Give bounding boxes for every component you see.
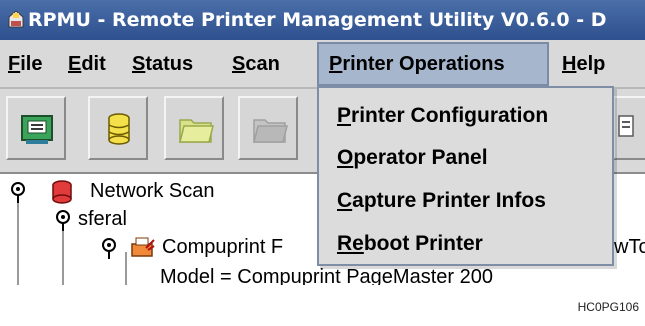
menu-file[interactable]: File xyxy=(8,42,42,86)
document-button[interactable] xyxy=(613,96,645,160)
menu-scan[interactable]: Scan xyxy=(232,42,280,86)
menu-bar: File Edit Status Scan Printer Operations… xyxy=(0,42,645,89)
tree-node-model[interactable]: Model = Compuprint PageMaster 200 xyxy=(160,264,493,285)
menu-item-capture-printer-infos[interactable]: Capture Printer Infos xyxy=(337,183,546,219)
expand-toggle-icon[interactable] xyxy=(100,238,118,260)
disabled-folder-button[interactable] xyxy=(238,96,298,160)
menu-status[interactable]: Status xyxy=(132,42,193,86)
tree-connector xyxy=(125,252,127,285)
app-printer-icon xyxy=(8,10,24,28)
application-window: RPMU - Remote Printer Management Utility… xyxy=(0,0,645,285)
tree-node-sferal[interactable]: sferal xyxy=(78,206,127,232)
document-icon xyxy=(618,115,634,137)
menu-printer-operations[interactable]: Printer Operations xyxy=(317,42,549,86)
expand-toggle-icon[interactable] xyxy=(9,182,27,204)
open-folder-button[interactable] xyxy=(164,96,224,160)
tree-connector xyxy=(62,224,64,285)
network-printer-icon xyxy=(21,115,53,144)
database-icon xyxy=(108,113,130,145)
tree-node-compuprint[interactable]: Compuprint F xyxy=(162,234,283,260)
menu-edit[interactable]: Edit xyxy=(68,42,106,86)
folder-icon xyxy=(179,119,214,143)
window-title: RPMU - Remote Printer Management Utility… xyxy=(28,9,607,31)
network-printer-button[interactable] xyxy=(6,96,66,160)
printer-node-icon xyxy=(131,237,155,257)
database-button[interactable] xyxy=(88,96,148,160)
tree-node-network-scan[interactable]: Network Scan xyxy=(90,178,215,204)
folder-disabled-icon xyxy=(253,119,288,143)
title-bar[interactable]: RPMU - Remote Printer Management Utility… xyxy=(0,0,645,40)
menu-item-operator-panel[interactable]: Operator Panel xyxy=(337,140,488,176)
menu-help[interactable]: Help xyxy=(562,42,605,86)
expand-toggle-icon[interactable] xyxy=(54,210,72,232)
tree-connector xyxy=(17,196,19,285)
figure-caption: HC0PG106 xyxy=(577,300,639,314)
printer-operations-menu: Printer Configuration Operator Panel Cap… xyxy=(317,86,614,266)
database-node-icon xyxy=(52,180,72,204)
tree-node-compuprint-tail: wTo xyxy=(614,236,645,258)
menu-item-reboot-printer[interactable]: Reboot Printer xyxy=(337,226,483,262)
menu-item-printer-configuration[interactable]: Printer Configuration xyxy=(337,98,548,134)
